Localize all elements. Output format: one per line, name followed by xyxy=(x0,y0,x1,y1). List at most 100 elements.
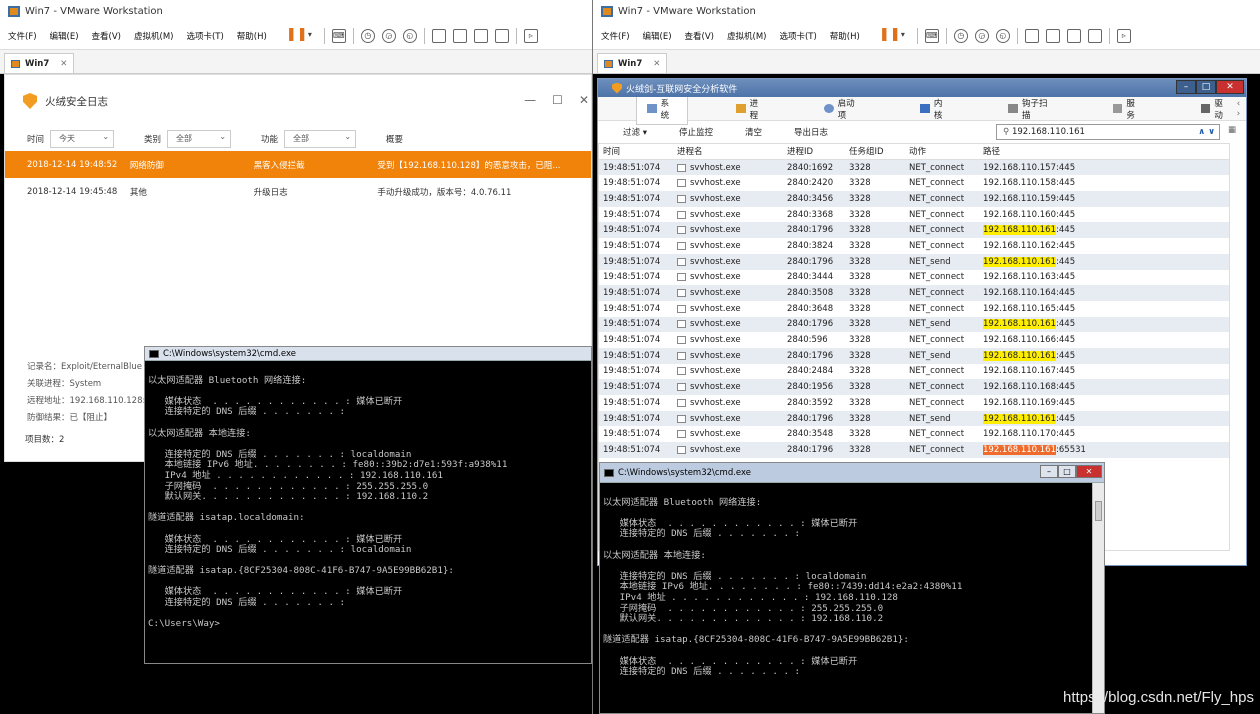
minimize-icon[interactable]: – xyxy=(1040,465,1058,478)
col-time[interactable]: 时间 xyxy=(599,145,677,157)
pause-icon[interactable]: ❚❚ xyxy=(879,28,901,43)
function-filter-select[interactable]: 全部 xyxy=(284,129,357,148)
cmd-output[interactable]: 以太网适配器 Bluetooth 网络连接: 媒体状态 . . . . . . … xyxy=(600,483,1104,678)
console-view-icon[interactable]: ▹ xyxy=(1116,28,1131,43)
filter-button[interactable]: 过滤 ▾ xyxy=(623,126,647,138)
revert-snapshot-icon[interactable]: ◶ xyxy=(381,28,396,43)
tab-process[interactable]: 进程 xyxy=(736,97,766,121)
table-row[interactable]: 19:48:51:074 svvhost.exe 2840:1796 3328 NET_… xyxy=(599,222,1229,239)
close-icon[interactable]: ✕ xyxy=(1216,80,1244,94)
cmd-output[interactable]: 以太网适配器 Bluetooth 网络连接: 媒体状态 . . . . . . … xyxy=(145,361,591,630)
unity-icon[interactable] xyxy=(1087,28,1102,43)
dropdown-arrow-icon[interactable]: ▾ xyxy=(896,29,910,43)
category-filter-select[interactable]: 全部 xyxy=(167,129,232,148)
export-log-button[interactable]: 导出日志 xyxy=(794,126,828,138)
table-row[interactable]: 19:48:51:074 svvhost.exe 2840:3824 3328 NET_… xyxy=(599,238,1229,254)
cmd-scrollbar[interactable] xyxy=(1092,483,1104,713)
menu-edit[interactable]: 编辑(E) xyxy=(643,30,672,42)
tab-services[interactable]: 服务 xyxy=(1112,97,1143,121)
left-vm-tab-win7[interactable]: Win7 ✕ xyxy=(4,53,75,73)
menu-tabs[interactable]: 选项卡(T) xyxy=(779,30,816,42)
menu-file[interactable]: 文件(F) xyxy=(601,30,630,42)
col-path[interactable]: 路径 xyxy=(983,145,1183,157)
col-process-name[interactable]: 进程名 xyxy=(677,145,787,157)
snapshot-icon[interactable]: ◷ xyxy=(953,28,968,43)
thumbnail-view-icon[interactable] xyxy=(452,28,467,43)
fullscreen-icon[interactable] xyxy=(1066,28,1081,43)
table-row[interactable]: 19:48:51:074 svvhost.exe 2840:1796 3328 NET_… xyxy=(599,442,1229,458)
col-action[interactable]: 动作 xyxy=(909,145,983,157)
tab-hook-scan[interactable]: 钩子扫描 xyxy=(1008,97,1054,121)
thumbnail-view-icon[interactable] xyxy=(1045,28,1060,43)
tab-kernel[interactable]: 内核 xyxy=(920,97,950,121)
library-view-icon[interactable] xyxy=(431,28,446,43)
table-row[interactable]: 19:48:51:074 svvhost.exe 2840:3508 3328 NET_… xyxy=(599,285,1229,301)
grid-view-icon[interactable]: ▦ xyxy=(1228,125,1236,135)
snapshot-icon[interactable]: ◷ xyxy=(360,28,375,43)
menu-view[interactable]: 查看(V) xyxy=(685,30,714,42)
search-input[interactable]: ⚲ 192.168.110.161 ∧ ∨ xyxy=(996,124,1220,140)
table-row[interactable]: 19:48:51:074 svvhost.exe 2840:3444 3328 NET_… xyxy=(599,270,1229,286)
send-keys-icon[interactable]: ⌨ xyxy=(331,28,346,43)
fullscreen-icon[interactable] xyxy=(473,28,488,43)
dropdown-arrow-icon[interactable]: ▾ xyxy=(303,29,317,43)
table-row[interactable]: 19:48:51:074 svvhost.exe 2840:3368 3328 NET_… xyxy=(599,207,1229,223)
table-row[interactable]: 19:48:51:074 svvhost.exe 2840:1796 3328 NET_… xyxy=(599,316,1229,333)
close-icon[interactable]: ✕ xyxy=(60,59,67,69)
table-row[interactable]: 19:48:51:074 svvhost.exe 2840:3548 3328 NET_… xyxy=(599,426,1229,442)
tab-scroll-arrows[interactable]: ‹ › xyxy=(1237,99,1246,119)
maximize-icon[interactable]: □ xyxy=(1058,465,1076,478)
table-row[interactable]: 19:48:51:074 svvhost.exe 2840:3648 3328 NET_… xyxy=(599,301,1229,317)
col-task-group-id[interactable]: 任务组ID xyxy=(849,145,909,157)
table-row[interactable]: 19:48:51:074 svvhost.exe 2840:1692 3328 NET_… xyxy=(599,159,1229,176)
menu-tabs[interactable]: 选项卡(T) xyxy=(186,30,223,42)
send-keys-icon[interactable]: ⌨ xyxy=(924,28,939,43)
revert-snapshot-icon[interactable]: ◶ xyxy=(974,28,989,43)
table-row[interactable]: 19:48:51:074 svvhost.exe 2840:1796 3328 NET_… xyxy=(599,253,1229,270)
menu-file[interactable]: 文件(F) xyxy=(8,30,37,42)
table-row[interactable]: 19:48:51:074 svvhost.exe 2840:596 3328 NET_c… xyxy=(599,332,1229,348)
cell-process-name: svvhost.exe xyxy=(690,319,741,330)
table-row[interactable]: 19:48:51:074 svvhost.exe 2840:3456 3328 NET_… xyxy=(599,191,1229,207)
library-view-icon[interactable] xyxy=(1024,28,1039,43)
minimize-icon[interactable]: — xyxy=(524,93,536,107)
tab-startup[interactable]: 启动项 xyxy=(824,97,862,121)
menu-vm[interactable]: 虚拟机(M) xyxy=(134,30,173,42)
menu-edit[interactable]: 编辑(E) xyxy=(50,30,79,42)
close-icon[interactable]: ✕ xyxy=(653,59,660,69)
maximize-icon[interactable]: □ xyxy=(1196,80,1216,94)
scrollbar-thumb[interactable] xyxy=(1095,501,1102,521)
close-icon[interactable]: ✕ xyxy=(579,93,589,107)
table-row[interactable]: 19:48:51:074 svvhost.exe 2840:1796 3328 NET_… xyxy=(599,347,1229,364)
table-row[interactable]: 19:48:51:074 svvhost.exe 2840:1796 3328 NET_… xyxy=(599,410,1229,427)
menu-vm[interactable]: 虚拟机(M) xyxy=(727,30,766,42)
snapshot-manager-icon[interactable]: ◵ xyxy=(402,28,417,43)
snapshot-manager-icon[interactable]: ◵ xyxy=(995,28,1010,43)
menu-view[interactable]: 查看(V) xyxy=(92,30,121,42)
clear-button[interactable]: 清空 xyxy=(745,126,762,138)
pause-icon[interactable]: ❚❚ xyxy=(286,28,308,43)
time-filter-select[interactable]: 今天 xyxy=(50,129,115,148)
stop-monitor-button[interactable]: 停止监控 xyxy=(679,126,713,138)
search-nav-arrows[interactable]: ∧ ∨ xyxy=(1198,125,1215,139)
console-view-icon[interactable]: ▹ xyxy=(523,28,538,43)
table-row[interactable]: 19:48:51:074 svvhost.exe 2840:2484 3328 NET_… xyxy=(599,364,1229,380)
close-icon[interactable]: ✕ xyxy=(1076,465,1102,478)
menu-help[interactable]: 帮助(H) xyxy=(830,30,860,42)
tab-system[interactable]: 系统 xyxy=(636,92,689,125)
cell-path-port: :445 xyxy=(1056,413,1076,424)
toolbar-separator xyxy=(1016,27,1018,44)
log-row[interactable]: 2018-12-14 19:48:52 网络防御 黑客入侵拦截 受到【192.1… xyxy=(5,151,591,178)
table-row[interactable]: 19:48:51:074 svvhost.exe 2840:3592 3328 NET_… xyxy=(599,395,1229,411)
tab-drivers[interactable]: 驱动 xyxy=(1200,97,1231,121)
maximize-icon[interactable]: ☐ xyxy=(552,93,563,107)
cell-pid: 2840:1796 xyxy=(787,319,834,330)
table-row[interactable]: 19:48:51:074 svvhost.exe 2840:2420 3328 NET_… xyxy=(599,175,1229,191)
col-process-id[interactable]: 进程ID xyxy=(787,145,849,157)
log-row[interactable]: 2018-12-14 19:45:48 其他 升级日志 手动升级成功，版本号：4… xyxy=(5,178,591,205)
unity-icon[interactable] xyxy=(494,28,509,43)
menu-help[interactable]: 帮助(H) xyxy=(237,30,267,42)
minimize-icon[interactable]: – xyxy=(1176,80,1196,94)
right-vm-tab-win7[interactable]: Win7 ✕ xyxy=(597,53,668,73)
table-row[interactable]: 19:48:51:074 svvhost.exe 2840:1956 3328 NET_… xyxy=(599,379,1229,395)
